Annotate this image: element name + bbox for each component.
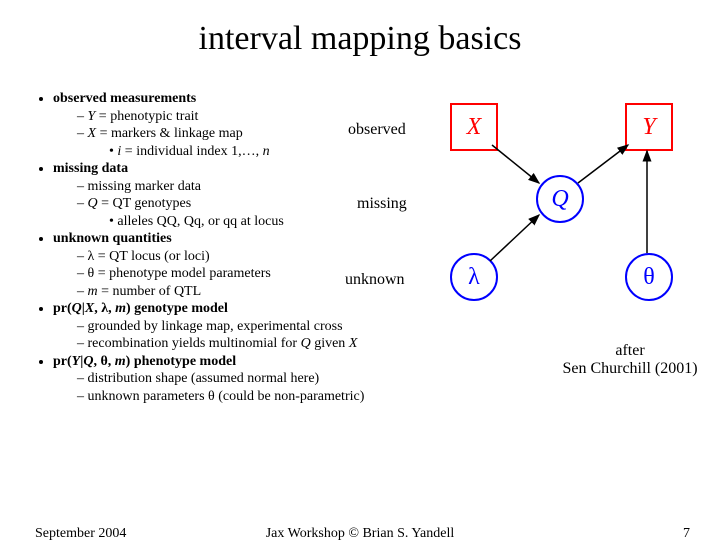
dag-diagram: observed missing unknown X Y Q λ θ: [340, 103, 690, 333]
bullet-phenotype-model: pr(Y|Q, θ, m) phenotype model: [53, 354, 236, 369]
bullet-unknown-params: unknown parameters θ (could be non-param…: [88, 389, 365, 404]
bullet-index: i = individual index 1,…, n: [117, 144, 269, 159]
bullet-m: m = number of QTL: [88, 284, 202, 299]
bullet-alleles: alleles QQ, Qq, or qq at locus: [117, 214, 283, 229]
bullet-grounded: grounded by linkage map, experimental cr…: [88, 319, 343, 334]
bullet-theta: θ = phenotype model parameters: [88, 266, 271, 281]
slide-title: interval mapping basics: [0, 20, 720, 58]
bullet-dist: distribution shape (assumed normal here): [88, 371, 320, 386]
bullet-y-trait: Y = phenotypic trait: [88, 109, 199, 124]
bullet-missing-marker: missing marker data: [88, 179, 202, 194]
bullet-q-geno: Q = QT genotypes: [88, 196, 192, 211]
bullet-lambda: λ = QT locus (or loci): [88, 249, 210, 264]
diagram-caption: after Sen Churchill (2001): [550, 342, 710, 378]
caption-line2: Sen Churchill (2001): [562, 360, 697, 377]
bullet-x-markers: X = markers & linkage map: [88, 126, 243, 141]
caption-line1: after: [615, 342, 644, 359]
bullet-observed: observed measurements: [53, 91, 196, 106]
bullet-genotype-model: pr(Q|X, λ, m) genotype model: [53, 301, 228, 316]
bullet-recomb: recombination yields multinomial for Q g…: [88, 336, 358, 351]
bullet-missing: missing data: [53, 161, 128, 176]
bullet-unknown: unknown quantities: [53, 231, 172, 246]
arrows: [340, 103, 690, 333]
